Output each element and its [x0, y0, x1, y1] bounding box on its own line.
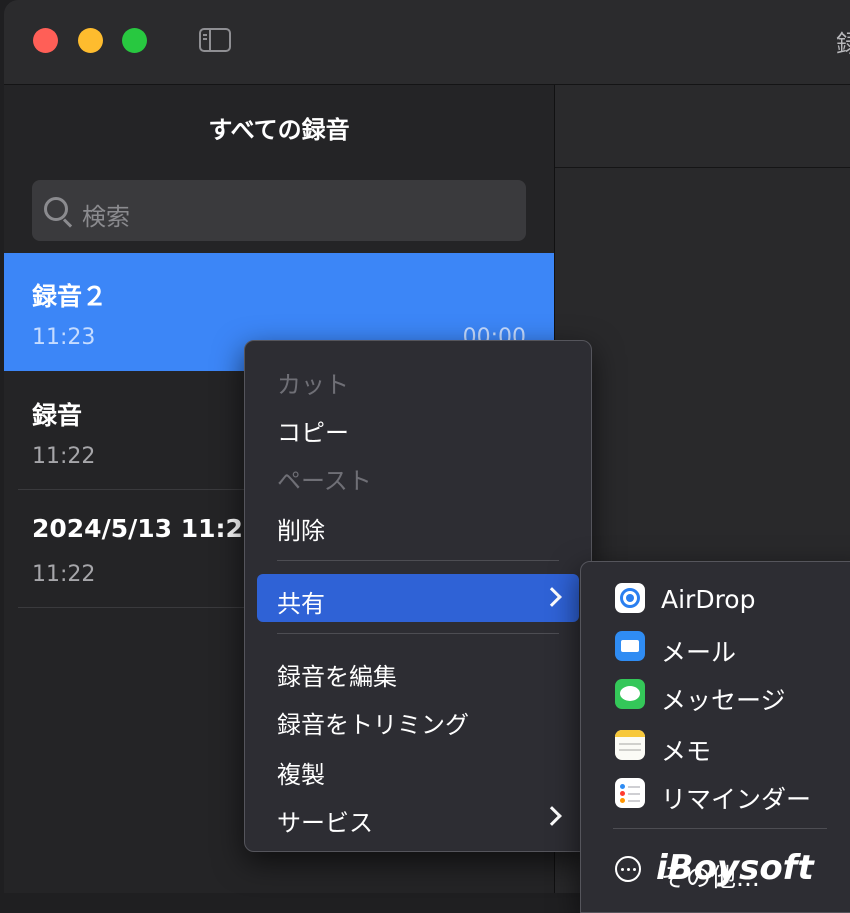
watermark-logo: iBoysoft	[656, 848, 814, 888]
recording-title: 録音２	[32, 282, 108, 311]
recording-time: 11:22	[32, 562, 96, 587]
search-placeholder: 検索	[82, 203, 130, 231]
share-item-label: AirDrop	[661, 585, 756, 614]
recording-title: 録音	[32, 401, 83, 430]
menu-item-label: 録音を編集	[277, 663, 397, 691]
menu-item-label: 削除	[277, 517, 325, 545]
zoom-window-button[interactable]	[122, 28, 147, 53]
chevron-right-icon	[542, 806, 562, 826]
share-item-notes[interactable]: メモ	[581, 722, 850, 770]
menu-item-delete[interactable]: 削除	[257, 501, 579, 549]
menu-item-label: コピー	[277, 419, 349, 447]
menu-item-label: サービス	[277, 809, 373, 837]
menu-item-copy[interactable]: コピー	[257, 403, 579, 451]
recording-time: 11:23	[32, 325, 96, 350]
share-item-label: メモ	[661, 737, 712, 766]
recording-title: 2024/5/13 11:22	[32, 514, 261, 543]
menu-item-duplicate[interactable]: 複製	[257, 745, 579, 793]
menu-item-cut[interactable]: カット	[257, 355, 579, 403]
mail-icon	[615, 631, 645, 661]
share-item-messages[interactable]: メッセージ	[581, 671, 850, 719]
menu-item-share[interactable]: 共有	[257, 574, 579, 622]
menu-item-edit-recording[interactable]: 録音を編集	[257, 647, 579, 695]
airdrop-icon	[615, 583, 645, 613]
detail-header	[555, 85, 850, 168]
menu-separator	[277, 633, 559, 634]
menu-separator	[613, 828, 827, 829]
share-item-mail[interactable]: メール	[581, 623, 850, 671]
messages-icon	[615, 679, 645, 709]
menu-separator	[277, 560, 559, 561]
menu-item-paste[interactable]: ペースト	[257, 451, 579, 499]
more-icon	[615, 856, 641, 882]
menu-item-trim-recording[interactable]: 録音をトリミング	[257, 695, 579, 743]
share-item-label: メッセージ	[661, 686, 786, 715]
menu-item-label: 録音をトリミング	[277, 711, 469, 739]
sidebar-toggle-icon[interactable]	[199, 28, 231, 52]
title-bar: 録音	[4, 0, 850, 85]
share-item-reminders[interactable]: リマインダー	[581, 770, 850, 818]
chevron-right-icon	[542, 587, 562, 607]
search-icon	[44, 197, 68, 221]
sidebar-title: すべての録音	[208, 116, 350, 144]
share-item-label: メール	[661, 638, 737, 667]
window-title: 録音	[836, 30, 850, 58]
share-item-label: リマインダー	[661, 785, 812, 814]
menu-item-label: ペースト	[277, 467, 372, 495]
reminders-icon	[615, 778, 645, 808]
recording-time: 11:22	[32, 444, 96, 469]
notes-icon	[615, 730, 645, 760]
close-window-button[interactable]	[33, 28, 58, 53]
context-menu: カット コピー ペースト 削除 共有 録音を編集 録音をトリミング 複製 サービ…	[244, 340, 592, 852]
minimize-window-button[interactable]	[78, 28, 103, 53]
menu-item-services[interactable]: サービス	[257, 793, 579, 841]
share-item-airdrop[interactable]: AirDrop	[581, 575, 850, 623]
menu-item-label: 複製	[277, 761, 325, 789]
search-input[interactable]: 検索	[32, 180, 526, 241]
menu-item-label: カット	[277, 371, 349, 399]
menu-item-label: 共有	[277, 590, 325, 618]
